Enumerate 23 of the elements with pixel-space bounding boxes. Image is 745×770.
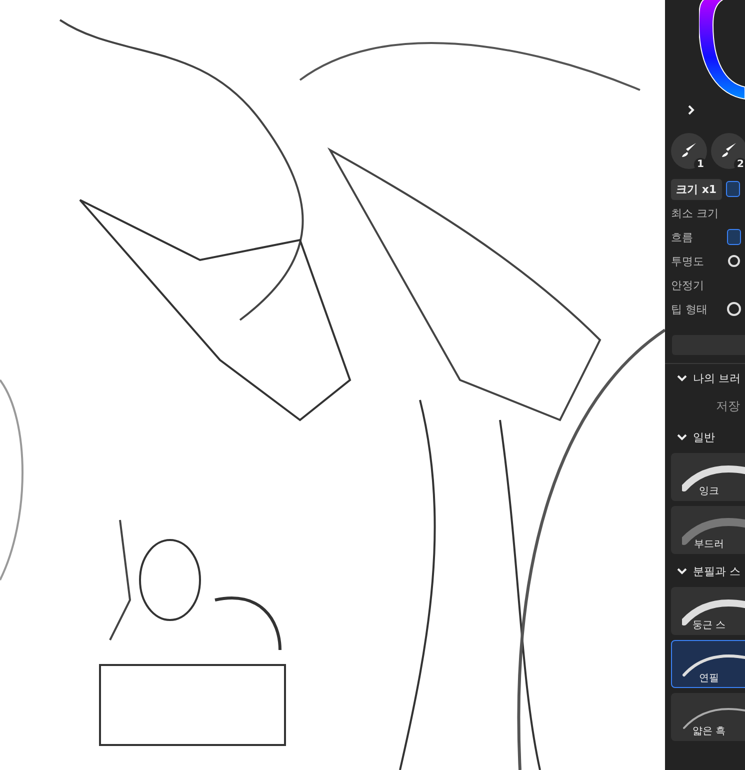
brush-card[interactable]: 둥근 스 xyxy=(671,587,745,635)
toggle-control[interactable] xyxy=(726,181,740,197)
size-badge[interactable]: 크기 x1 xyxy=(671,178,722,200)
setting-label: 최소 크기 xyxy=(671,206,720,220)
setting-label: 안정기 xyxy=(671,278,705,292)
section-header[interactable]: 분필과 스 xyxy=(677,557,745,585)
brush-card[interactable]: 얇은 흑 xyxy=(671,693,745,741)
brush-slot[interactable]: 1 xyxy=(671,133,707,169)
toggle-control[interactable] xyxy=(727,229,741,245)
section-header[interactable]: 일반 xyxy=(677,423,745,451)
setting-label: 흐름 xyxy=(671,230,694,244)
toggle-control[interactable] xyxy=(727,253,741,269)
brush-icon xyxy=(720,141,738,159)
brush-card[interactable]: 부드러 xyxy=(671,506,745,554)
chevron-right-icon[interactable] xyxy=(687,105,695,115)
brush-icon xyxy=(680,141,698,159)
brush-card[interactable]: 잉크 xyxy=(671,453,745,501)
brush-card[interactable]: 연필 xyxy=(671,640,745,688)
empty-text: 저장 xyxy=(716,398,741,415)
brush-slot[interactable]: 2 xyxy=(711,133,745,169)
section-header[interactable]: 나의 브러 xyxy=(677,364,745,392)
setting-label: 팁 형태 xyxy=(671,302,708,316)
setting-label: 투명도 xyxy=(671,254,705,268)
